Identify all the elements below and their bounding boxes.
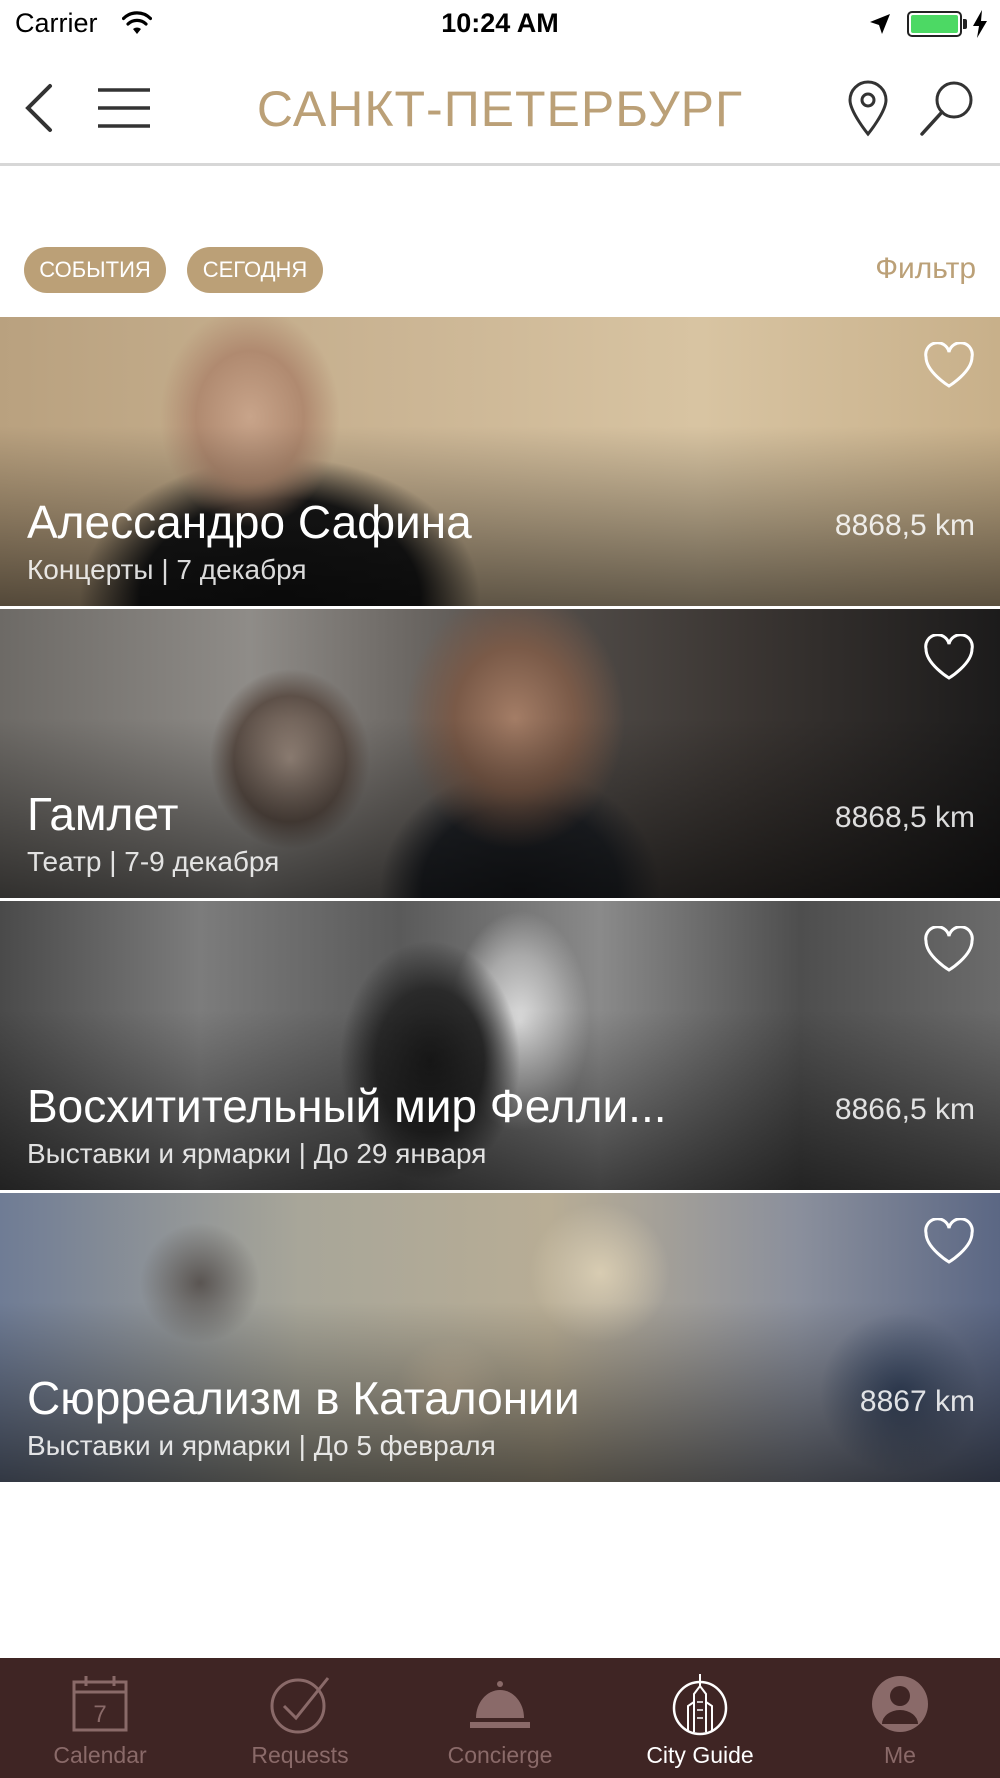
- charging-bolt-icon: [973, 10, 987, 38]
- tab-concierge[interactable]: Concierge: [400, 1658, 600, 1778]
- concierge-bell-icon: [470, 1681, 530, 1728]
- heart-outline-icon[interactable]: [923, 926, 975, 974]
- event-title: Алессандро Сафина: [27, 496, 472, 548]
- clock: 10:24 AM: [441, 8, 559, 38]
- event-subtitle: Концерты | 7 декабря: [27, 554, 307, 585]
- event-title: Сюрреализм в Каталонии: [27, 1372, 580, 1424]
- search-icon[interactable]: [918, 78, 978, 138]
- checkmark-circle-icon: [270, 1677, 330, 1734]
- tab-label: City Guide: [646, 1742, 754, 1768]
- event-card[interactable]: Восхитительный мир Фелли... Выставки и я…: [0, 901, 1000, 1190]
- event-title: Гамлет: [27, 788, 179, 840]
- tab-label: Concierge: [447, 1742, 553, 1768]
- tab-city-guide[interactable]: City Guide: [600, 1658, 800, 1778]
- chip-events[interactable]: СОБЫТИЯ: [24, 247, 166, 293]
- battery-tip: [963, 19, 967, 29]
- tab-label: Requests: [251, 1742, 349, 1768]
- battery-icon: [907, 11, 962, 37]
- event-title: Восхитительный мир Фелли...: [27, 1080, 667, 1132]
- tab-calendar[interactable]: 7 Calendar: [0, 1658, 200, 1778]
- navigation-bar: САНКТ-ПЕТЕРБУРГ: [0, 50, 1000, 166]
- tab-requests[interactable]: Requests: [200, 1658, 400, 1778]
- location-arrow-icon: [870, 14, 890, 34]
- filter-button[interactable]: Фильтр: [875, 252, 976, 286]
- tab-label: Calendar: [53, 1742, 147, 1768]
- event-subtitle: Выставки и ярмарки | До 29 января: [27, 1138, 487, 1169]
- tab-bar: 7 Calendar Requests Concierge City Guide: [0, 1658, 1000, 1778]
- event-distance: 8868,5 km: [834, 801, 975, 834]
- battery-level: [911, 15, 958, 33]
- tab-label: Me: [884, 1742, 916, 1768]
- event-distance: 8866,5 km: [834, 1093, 975, 1126]
- event-subtitle: Театр | 7-9 декабря: [27, 846, 280, 877]
- event-subtitle: Выставки и ярмарки | До 5 февраля: [27, 1430, 496, 1461]
- tab-me[interactable]: Me: [800, 1658, 1000, 1778]
- event-distance: 8867 km: [859, 1385, 975, 1418]
- heart-outline-icon[interactable]: [923, 1218, 975, 1266]
- map-pin-icon[interactable]: [845, 78, 891, 138]
- user-avatar-icon: [872, 1676, 928, 1732]
- event-card[interactable]: Сюрреализм в Каталонии Выставки и ярмарк…: [0, 1193, 1000, 1482]
- calendar-icon: 7: [72, 1676, 128, 1732]
- calendar-day-number: 7: [93, 1701, 106, 1728]
- event-card[interactable]: Гамлет Театр | 7-9 декабря 8868,5 km: [0, 609, 1000, 898]
- event-card[interactable]: Алессандро Сафина Концерты | 7 декабря 8…: [0, 317, 1000, 606]
- heart-outline-icon[interactable]: [923, 342, 975, 390]
- chip-today[interactable]: СЕГОДНЯ: [187, 247, 323, 293]
- event-distance: 8868,5 km: [834, 509, 975, 542]
- skyscraper-icon: [672, 1674, 728, 1736]
- heart-outline-icon[interactable]: [923, 634, 975, 682]
- status-bar: Carrier 10:24 AM: [0, 0, 1000, 50]
